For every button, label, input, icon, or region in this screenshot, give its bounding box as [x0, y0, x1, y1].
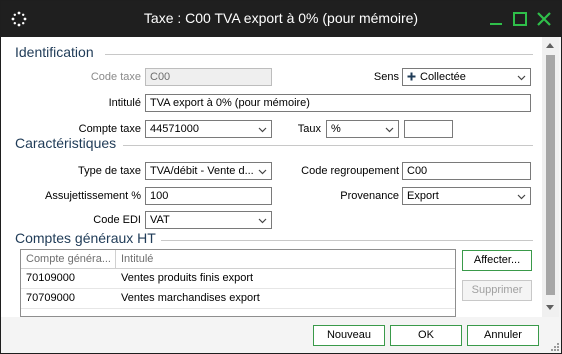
- sens-value: Collectée: [420, 71, 466, 83]
- assujettissement-field[interactable]: 100: [145, 187, 272, 205]
- plus-icon: [407, 72, 416, 81]
- column-separator[interactable]: [115, 250, 116, 268]
- resize-grip-icon[interactable]: [549, 341, 559, 351]
- intitule-label: Intitulé: [108, 97, 141, 109]
- row-intitule: Ventes marchandises export: [121, 292, 260, 304]
- section-divider: [161, 240, 533, 241]
- column-header-intitule[interactable]: Intitulé: [121, 253, 153, 265]
- code-regroupement-field[interactable]: C00: [402, 162, 531, 180]
- assujettissement-label: Assujettissement %: [45, 190, 141, 202]
- minimize-icon[interactable]: [488, 11, 504, 27]
- table-row[interactable]: 70109000 Ventes produits finis export: [21, 269, 455, 289]
- code-edi-value: VAT: [150, 214, 170, 226]
- chevron-down-icon: [258, 127, 267, 133]
- chevron-down-icon: [517, 194, 526, 200]
- section-identification: Identification: [15, 44, 94, 60]
- row-intitule: Ventes produits finis export: [121, 272, 254, 284]
- title-bar[interactable]: Taxe : C00 TVA export à 0% (pour mémoire…: [1, 1, 561, 37]
- chevron-down-icon: [258, 169, 267, 175]
- form-content: Identification Code taxe C00 Sens Collec…: [1, 37, 542, 317]
- scroll-up-icon[interactable]: [546, 43, 554, 48]
- nouveau-button[interactable]: Nouveau: [313, 325, 385, 346]
- taux-field[interactable]: [404, 120, 453, 138]
- tax-dialog-window: Taxe : C00 TVA export à 0% (pour mémoire…: [0, 0, 562, 354]
- chevron-down-icon: [258, 218, 267, 224]
- row-compte: 70109000: [26, 272, 75, 284]
- ok-button[interactable]: OK: [390, 325, 462, 346]
- intitule-field[interactable]: TVA export à 0% (pour mémoire): [145, 94, 531, 112]
- annuler-button[interactable]: Annuler: [467, 325, 539, 346]
- code-edi-dropdown[interactable]: VAT: [145, 211, 272, 229]
- section-divider: [123, 145, 533, 146]
- scroll-down-icon[interactable]: [546, 305, 554, 310]
- close-icon[interactable]: [536, 11, 552, 27]
- code-edi-label: Code EDI: [93, 214, 141, 226]
- section-comptes-generaux: Comptes généraux HT: [15, 230, 156, 246]
- type-taxe-value: TVA/débit - Vente d...: [150, 165, 254, 177]
- row-compte: 70709000: [26, 292, 75, 304]
- type-taxe-label: Type de taxe: [78, 165, 141, 177]
- chevron-down-icon: [517, 75, 526, 81]
- compte-taxe-label: Compte taxe: [78, 123, 141, 135]
- chevron-down-icon: [385, 127, 394, 133]
- type-taxe-dropdown[interactable]: TVA/débit - Vente d...: [145, 162, 272, 180]
- table-row[interactable]: 70709000 Ventes marchandises export: [21, 289, 455, 309]
- vertical-scrollbar[interactable]: [542, 37, 559, 317]
- table-header: Compte généra... Intitulé: [21, 250, 455, 269]
- affecter-button[interactable]: Affecter...: [462, 250, 532, 271]
- sens-dropdown[interactable]: Collectée: [402, 68, 531, 86]
- code-taxe-label: Code taxe: [90, 71, 141, 83]
- taux-unit-value: %: [331, 123, 341, 135]
- window-title: Taxe : C00 TVA export à 0% (pour mémoire…: [143, 10, 419, 26]
- provenance-label: Provenance: [340, 190, 399, 202]
- compte-taxe-value: 44571000: [150, 123, 199, 135]
- compte-taxe-dropdown[interactable]: 44571000: [145, 120, 272, 138]
- dialog-footer: Nouveau OK Annuler: [1, 317, 561, 353]
- supprimer-button[interactable]: Supprimer: [462, 280, 532, 301]
- taux-unit-dropdown[interactable]: %: [326, 120, 399, 138]
- scrollbar-thumb[interactable]: [546, 55, 555, 295]
- column-header-compte[interactable]: Compte généra...: [26, 253, 112, 265]
- sens-label: Sens: [373, 71, 399, 83]
- comptes-table[interactable]: Compte généra... Intitulé 70109000 Vente…: [20, 249, 456, 317]
- code-taxe-field: C00: [145, 68, 272, 86]
- taux-label: Taux: [297, 123, 321, 135]
- provenance-value: Export: [407, 190, 439, 202]
- maximize-icon[interactable]: [512, 11, 528, 27]
- code-regroupement-label: Code regroupement: [301, 165, 399, 177]
- section-caracteristiques: Caractéristiques: [15, 135, 117, 151]
- provenance-dropdown[interactable]: Export: [402, 187, 531, 205]
- section-divider: [105, 54, 533, 55]
